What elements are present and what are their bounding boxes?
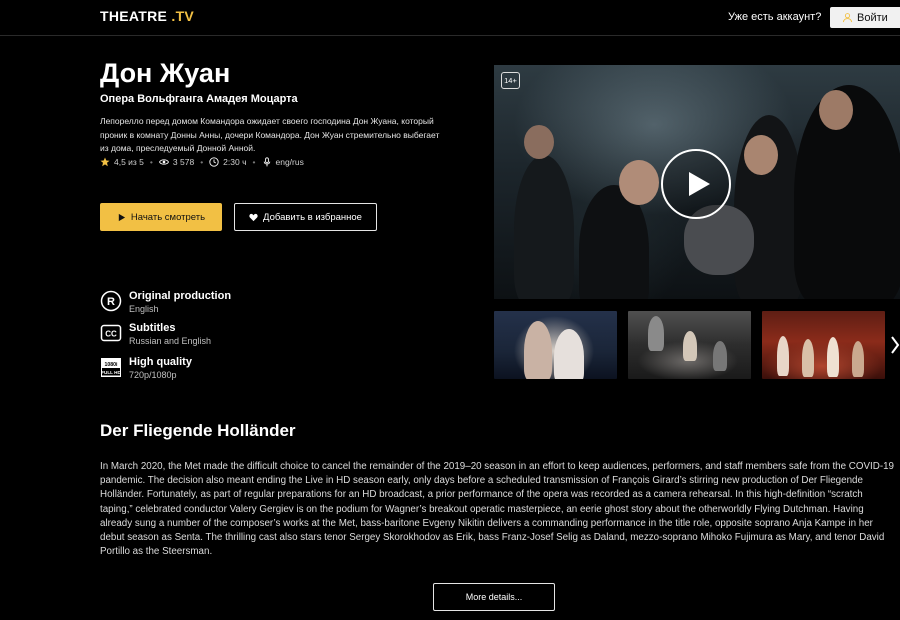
header: THEATRE .TV Уже есть аккаунт? Войти bbox=[0, 0, 900, 36]
chevron-right-icon[interactable] bbox=[889, 335, 900, 355]
thumbnail-1[interactable] bbox=[494, 311, 617, 379]
scene-face bbox=[819, 90, 853, 130]
views-count: 3 578 bbox=[172, 157, 195, 167]
meta-separator: • bbox=[252, 157, 256, 167]
add-to-favorites-button[interactable]: Добавить в избранное bbox=[234, 203, 377, 231]
add-to-favorites-label: Добавить в избранное bbox=[263, 211, 362, 223]
eye-icon bbox=[158, 159, 169, 165]
play-icon bbox=[118, 213, 126, 221]
feature-title: High quality bbox=[129, 356, 192, 368]
more-details-button[interactable]: More details... bbox=[433, 583, 555, 611]
scene-face bbox=[524, 125, 554, 159]
play-icon bbox=[688, 172, 710, 196]
meta-separator: • bbox=[149, 157, 153, 167]
hd-badge-bottom: FULL HD bbox=[101, 370, 121, 375]
feature-title: Original production bbox=[129, 290, 232, 302]
feature-high-quality: 1080i FULL HD High quality 720p/1080p bbox=[100, 356, 192, 380]
page-subtitle: Опера Вольфганга Амадея Моцарта bbox=[100, 93, 298, 105]
scene-figure bbox=[648, 316, 664, 351]
audio-languages: eng/rus bbox=[275, 157, 304, 167]
login-button[interactable]: Войти bbox=[830, 7, 900, 28]
scene-figure bbox=[713, 341, 727, 371]
section-title: Der Fliegende Holländer bbox=[100, 421, 296, 440]
clock-icon bbox=[209, 157, 219, 167]
video-player[interactable]: 14+ bbox=[494, 65, 900, 299]
heart-icon bbox=[249, 213, 258, 221]
duration: 2:30 ч bbox=[223, 157, 247, 167]
scene-figure bbox=[852, 341, 864, 377]
r-circle-icon: R bbox=[100, 290, 122, 312]
scene-figure bbox=[683, 331, 697, 361]
user-icon bbox=[842, 13, 853, 23]
thumbnail-3[interactable] bbox=[762, 311, 885, 379]
rating-value: 4,5 из 5 bbox=[114, 157, 144, 167]
feature-original-production: R Original production English bbox=[100, 290, 231, 314]
cc-icon: CC bbox=[100, 324, 122, 342]
logo-accent: .TV bbox=[171, 8, 195, 24]
section-text: In March 2020, the Met made the difficul… bbox=[100, 461, 894, 558]
svg-text:R: R bbox=[107, 296, 115, 308]
show-meta: 4,5 из 5 • 3 578 • 2:30 ч • eng/rus bbox=[100, 157, 304, 167]
feature-subtitle: Russian and English bbox=[129, 336, 212, 346]
scene-figure bbox=[554, 329, 584, 379]
scene-figure bbox=[777, 336, 789, 376]
feature-subtitle: 720p/1080p bbox=[129, 370, 177, 380]
scene-figure bbox=[802, 339, 814, 377]
scene-figure bbox=[827, 337, 839, 377]
scene-figure bbox=[524, 321, 552, 379]
hd-badge-top: 1080i bbox=[105, 362, 119, 368]
feature-subtitle: English bbox=[129, 304, 159, 314]
scene-figure bbox=[514, 155, 574, 299]
play-button[interactable] bbox=[661, 149, 731, 219]
feature-title: Subtitles bbox=[129, 322, 176, 334]
logo[interactable]: THEATRE .TV bbox=[100, 8, 194, 24]
age-rating-badge: 14+ bbox=[501, 72, 520, 89]
start-watching-button[interactable]: Начать смотреть bbox=[100, 203, 222, 231]
page-title: Дон Жуан bbox=[100, 58, 231, 88]
have-account-text: Уже есть аккаунт? bbox=[728, 11, 822, 23]
logo-main: THEATRE bbox=[100, 8, 168, 24]
scene-face bbox=[744, 135, 778, 175]
meta-separator: • bbox=[200, 157, 204, 167]
star-icon bbox=[100, 157, 110, 167]
svg-text:CC: CC bbox=[105, 330, 117, 339]
microphone-icon bbox=[263, 157, 270, 167]
hd-icon: 1080i FULL HD bbox=[101, 358, 121, 377]
login-label: Войти bbox=[857, 11, 888, 24]
feature-subtitles: CC Subtitles Russian and English bbox=[100, 322, 211, 346]
start-watching-label: Начать смотреть bbox=[130, 211, 206, 223]
show-description: Лепорелло перед домом Командора ожидает … bbox=[100, 116, 440, 153]
thumbnail-2[interactable] bbox=[628, 311, 751, 379]
scene-face bbox=[619, 160, 659, 205]
